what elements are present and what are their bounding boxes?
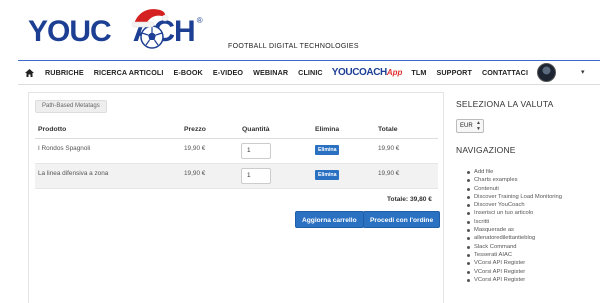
nav-item-support[interactable]: SUPPORT bbox=[432, 61, 477, 85]
home-icon[interactable] bbox=[18, 61, 40, 85]
remove-button[interactable]: Elimina bbox=[315, 145, 340, 155]
nav-item-rubriche[interactable]: RUBRICHE bbox=[40, 61, 89, 85]
row-total: 19,90 € bbox=[378, 170, 400, 177]
nav-item-webinar[interactable]: WEBINAR bbox=[248, 61, 293, 85]
header-remove: Elimina bbox=[315, 126, 340, 133]
sidebar: SELEZIONA LA VALUTA EUR ▲ ▼ NAVIGAZIONE A… bbox=[446, 92, 600, 303]
sidebar-link[interactable]: Discover YouCoach bbox=[466, 201, 562, 209]
youcoach-logo[interactable]: YOUC ACH ® bbox=[28, 9, 203, 50]
remove-button[interactable]: Elimina bbox=[315, 170, 340, 180]
sidebar-links: Add file Charts examples Contenuti Disco… bbox=[466, 168, 562, 284]
nav-item-youcoach-app[interactable]: YOUCOACHApp bbox=[328, 61, 407, 85]
product-name[interactable]: I Rondos Spagnoli bbox=[38, 145, 90, 152]
update-cart-button[interactable]: Aggiorna carrello bbox=[295, 211, 364, 228]
checkout-button[interactable]: Procedi con l'ordine bbox=[363, 211, 441, 228]
nav-item-tlm[interactable]: TLM bbox=[406, 61, 431, 85]
sidebar-link[interactable]: VCorsi API Register bbox=[466, 268, 562, 276]
product-name[interactable]: La linea difensiva a zona bbox=[38, 170, 108, 177]
table-header: Prodotto Prezzo Quantità Elimina Totale bbox=[35, 121, 438, 139]
chevron-down-icon[interactable]: ▾ bbox=[581, 68, 585, 76]
sidebar-link[interactable]: VCorsi API Register bbox=[466, 259, 562, 267]
site-header: YOUC ACH ® FOOTBALL DIGITAL TECHNOLOGIES bbox=[0, 0, 600, 58]
select-arrows-icon: ▲ ▼ bbox=[476, 120, 481, 132]
breadcrumb[interactable]: Path-Based Metatags bbox=[35, 100, 107, 113]
nav-item-contattaci[interactable]: CONTATTACI bbox=[477, 61, 533, 85]
header-total: Totale bbox=[378, 126, 398, 133]
nav-item-evideo[interactable]: E-VIDEO bbox=[208, 61, 248, 85]
nav-item-clinic[interactable]: CLINIC bbox=[293, 61, 328, 85]
grand-total: Totale: 39,80 € bbox=[387, 196, 432, 203]
cart-table: Prodotto Prezzo Quantità Elimina Totale … bbox=[35, 121, 438, 189]
nav-item-ricerca-articoli[interactable]: RICERCA ARTICOLI bbox=[89, 61, 169, 85]
currency-select[interactable]: EUR ▲ ▼ bbox=[456, 119, 484, 133]
cart-panel: Path-Based Metatags Prodotto Prezzo Quan… bbox=[28, 92, 444, 303]
santa-hat-icon bbox=[131, 9, 169, 28]
sidebar-link[interactable]: Masquerade as bbox=[466, 226, 562, 234]
navigation-title: NAVIGAZIONE bbox=[456, 145, 516, 155]
nav-item-ebook[interactable]: E-BOOK bbox=[168, 61, 207, 85]
soccer-ball-icon bbox=[140, 25, 164, 49]
sidebar-link[interactable]: Inserisci un tuo articolo bbox=[466, 209, 562, 217]
currency-value: EUR bbox=[460, 123, 473, 129]
table-row: I Rondos Spagnoli 19,90 € 1 Elimina 19,9… bbox=[35, 139, 438, 164]
sidebar-link[interactable]: Charts examples bbox=[466, 176, 562, 184]
header-product: Prodotto bbox=[38, 126, 67, 133]
sidebar-link[interactable]: allenatoredilettantieblog bbox=[466, 234, 562, 242]
header-price: Prezzo bbox=[184, 126, 206, 133]
sidebar-link[interactable]: Slack Command bbox=[466, 243, 562, 251]
product-price: 19,90 € bbox=[184, 170, 206, 177]
product-price: 19,90 € bbox=[184, 145, 206, 152]
currency-title: SELEZIONA LA VALUTA bbox=[456, 99, 554, 109]
sidebar-link[interactable]: Add file bbox=[466, 168, 562, 176]
sidebar-link[interactable]: Tesserati AIAC bbox=[466, 251, 562, 259]
user-avatar[interactable] bbox=[537, 63, 556, 82]
tagline: FOOTBALL DIGITAL TECHNOLOGIES bbox=[228, 43, 359, 50]
table-row: La linea difensiva a zona 19,90 € 1 Elim… bbox=[35, 164, 438, 189]
sidebar-link[interactable]: VCorsi API Register bbox=[466, 276, 562, 284]
sidebar-link[interactable]: Iscritti bbox=[466, 218, 562, 226]
header-quantity: Quantità bbox=[242, 126, 270, 133]
sidebar-link[interactable]: Discover Training Load Monitoring bbox=[466, 193, 562, 201]
main-nav: RUBRICHE RICERCA ARTICOLI E-BOOK E-VIDEO… bbox=[18, 60, 600, 85]
sidebar-link[interactable]: Contenuti bbox=[466, 185, 562, 193]
row-total: 19,90 € bbox=[378, 145, 400, 152]
quantity-input[interactable]: 1 bbox=[241, 143, 271, 159]
quantity-input[interactable]: 1 bbox=[241, 168, 271, 184]
registered-mark: ® bbox=[196, 16, 203, 25]
